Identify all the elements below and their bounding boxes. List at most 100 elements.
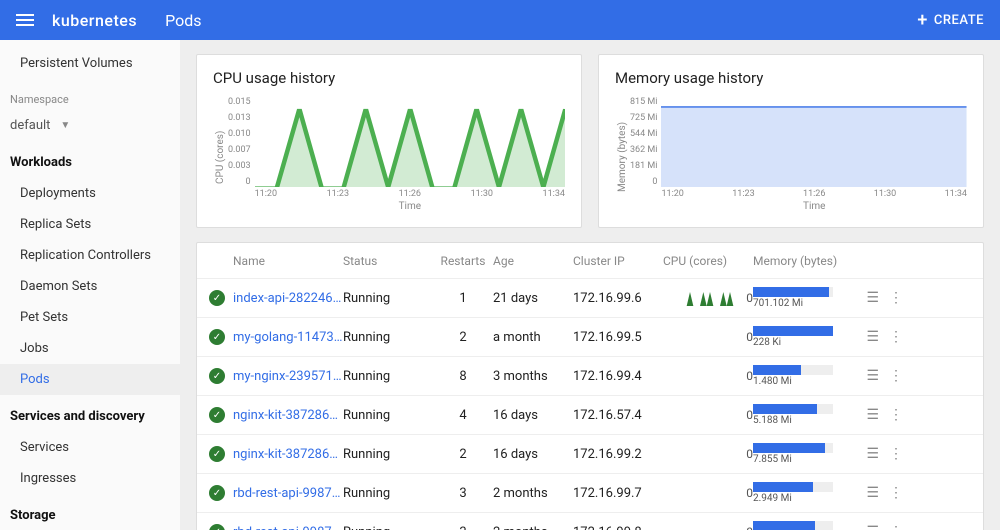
menu-icon[interactable] [16, 11, 34, 29]
cpu-value: 0 [746, 447, 753, 461]
status-ok-icon: ✓ [209, 446, 225, 462]
sidebar-item-ingresses[interactable]: Ingresses [0, 463, 180, 494]
col-name: Name [233, 254, 343, 268]
content: CPU usage historyCPU (cores)0.0150.0130.… [180, 40, 1000, 530]
pod-ip: 172.16.99.5 [573, 330, 663, 345]
pod-ip: 172.16.99.7 [573, 486, 663, 501]
page-title: Pods [165, 11, 917, 30]
more-icon[interactable]: ⋮ [889, 407, 903, 423]
chart-yaxis: 815 Mi725 Mi544 Mi362 Mi181 Mi0 [630, 97, 661, 187]
more-icon[interactable]: ⋮ [889, 446, 903, 462]
sidebar-item-jobs[interactable]: Jobs [0, 333, 180, 364]
table-row: ✓nginx-kit-38728657…Running216 days172.1… [197, 435, 983, 474]
logs-icon[interactable]: ☰ [866, 290, 879, 306]
sidebar-item-pet-sets[interactable]: Pet Sets [0, 302, 180, 333]
pods-table: Name Status Restarts Age Cluster IP CPU … [196, 242, 984, 530]
cpu-sparkline [680, 290, 740, 306]
sidebar-header-workloads[interactable]: Workloads [0, 147, 180, 178]
pod-restarts: 3 [433, 486, 493, 501]
pod-ip: 172.16.99.4 [573, 369, 663, 384]
pod-restarts: 4 [433, 408, 493, 423]
sidebar-item-replication-controllers[interactable]: Replication Controllers [0, 240, 180, 271]
cpu-sparkline [680, 329, 740, 345]
table-row: ✓index-api-28224684…Running121 days172.1… [197, 279, 983, 318]
cpu-value: 0 [746, 525, 753, 530]
memory-value: 2.949 Mi [753, 493, 853, 504]
col-restarts: Restarts [433, 254, 493, 268]
sidebar-item-replica-sets[interactable]: Replica Sets [0, 209, 180, 240]
pod-age: 2 months [493, 525, 573, 530]
sidebar: Persistent Volumes Namespace default ▼ W… [0, 40, 180, 530]
chart-plot: 11:2011:2311:2611:3011:34Time [661, 97, 967, 217]
chart-plot: 11:2011:2311:2611:3011:34 Time [255, 97, 565, 217]
pod-age: 21 days [493, 291, 573, 306]
pod-age: 3 months [493, 369, 573, 384]
sidebar-item-deployments[interactable]: Deployments [0, 178, 180, 209]
create-label: CREATE [934, 13, 984, 28]
more-icon[interactable]: ⋮ [889, 524, 903, 530]
more-icon[interactable]: ⋮ [889, 368, 903, 384]
pod-name-link[interactable]: rbd-rest-api-998728… [233, 486, 343, 501]
cpu-sparkline [680, 407, 740, 423]
chart-xlabel: Time [255, 201, 565, 212]
sidebar-item-persistent-volumes[interactable]: Persistent Volumes [0, 48, 180, 79]
status-ok-icon: ✓ [209, 407, 225, 423]
pod-ip: 172.16.99.8 [573, 525, 663, 530]
namespace-select[interactable]: default ▼ [0, 114, 180, 141]
chart-xaxis: 11:2011:2311:2611:3011:34 [255, 189, 565, 199]
pod-name-link[interactable]: nginx-kit-38728657… [233, 447, 343, 462]
logs-icon[interactable]: ☰ [866, 524, 879, 530]
cpu-value: 0 [746, 369, 753, 383]
more-icon[interactable]: ⋮ [889, 290, 903, 306]
sidebar-header-storage[interactable]: Storage [0, 500, 180, 530]
logs-icon[interactable]: ☰ [866, 485, 879, 501]
sidebar-header-services[interactable]: Services and discovery [0, 401, 180, 432]
sidebar-item-pods[interactable]: Pods [0, 364, 180, 395]
table-row: ✓rbd-rest-api-998728…Running32 months172… [197, 513, 983, 530]
pod-name-link[interactable]: nginx-kit-38728657… [233, 408, 343, 423]
more-icon[interactable]: ⋮ [889, 329, 903, 345]
logs-icon[interactable]: ☰ [866, 368, 879, 384]
chart-ylabel: Memory (bytes) [615, 97, 630, 217]
memory-bar [753, 443, 833, 453]
cpu-sparkline [680, 368, 740, 384]
col-age: Age [493, 254, 573, 268]
chart-xaxis: 11:2011:2311:2611:3011:34 [661, 189, 967, 199]
pod-status: Running [343, 330, 433, 345]
logs-icon[interactable]: ☰ [866, 446, 879, 462]
pod-name-link[interactable]: index-api-28224684… [233, 291, 343, 306]
col-mem: Memory (bytes) [753, 254, 853, 268]
pod-status: Running [343, 291, 433, 306]
status-ok-icon: ✓ [209, 329, 225, 345]
pod-restarts: 2 [433, 330, 493, 345]
pod-restarts: 8 [433, 369, 493, 384]
logs-icon[interactable]: ☰ [866, 329, 879, 345]
pod-ip: 172.16.99.2 [573, 447, 663, 462]
cpu-value: 0 [746, 330, 753, 344]
memory-bar [753, 404, 833, 414]
more-icon[interactable]: ⋮ [889, 485, 903, 501]
col-status: Status [343, 254, 433, 268]
pod-age: 2 months [493, 486, 573, 501]
table-row: ✓rbd-rest-api-998728…Running32 months172… [197, 474, 983, 513]
table-header-row: Name Status Restarts Age Cluster IP CPU … [197, 243, 983, 279]
pod-ip: 172.16.99.6 [573, 291, 663, 306]
table-row: ✓my-golang-1147314…Running2a month172.16… [197, 318, 983, 357]
logs-icon[interactable]: ☰ [866, 407, 879, 423]
chevron-down-icon: ▼ [60, 120, 70, 131]
pod-name-link[interactable]: my-nginx-23957155… [233, 369, 343, 384]
pod-name-link[interactable]: rbd-rest-api-998728… [233, 525, 343, 530]
pod-name-link[interactable]: my-golang-1147314… [233, 330, 343, 345]
col-ip: Cluster IP [573, 254, 663, 268]
chart-card: CPU usage historyCPU (cores)0.0150.0130.… [196, 54, 582, 228]
table-row: ✓nginx-kit-38728657…Running416 days172.1… [197, 396, 983, 435]
pod-status: Running [343, 486, 433, 501]
cpu-value: 0 [746, 486, 753, 500]
create-button[interactable]: + CREATE [917, 10, 984, 31]
namespace-value: default [10, 118, 50, 133]
sidebar-item-daemon-sets[interactable]: Daemon Sets [0, 271, 180, 302]
memory-bar [753, 287, 833, 297]
pod-status: Running [343, 369, 433, 384]
sidebar-item-services[interactable]: Services [0, 432, 180, 463]
brand: kubernetes [52, 11, 137, 30]
